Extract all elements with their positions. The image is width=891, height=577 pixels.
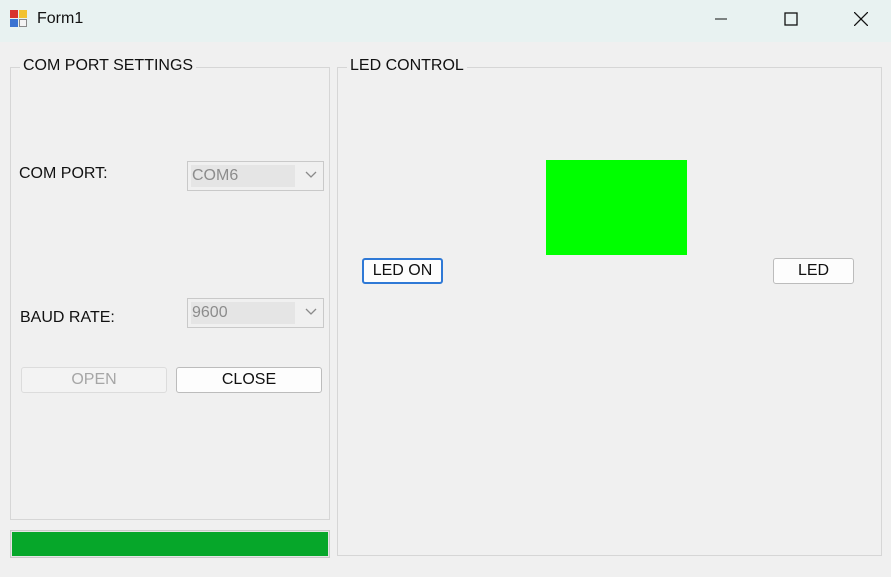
com-port-value: COM6 — [191, 165, 295, 187]
com-port-settings-title: COM PORT SETTINGS — [20, 57, 197, 75]
minimize-button[interactable] — [697, 0, 745, 38]
app-icon — [10, 10, 28, 28]
led-on-button[interactable]: LED ON — [362, 258, 443, 284]
com-port-select[interactable]: COM6 — [187, 161, 324, 191]
led-control-group: LED CONTROL — [337, 57, 882, 556]
close-button[interactable] — [837, 0, 885, 38]
chevron-down-icon — [305, 308, 317, 315]
title-bar[interactable]: Form1 — [0, 0, 891, 42]
window-title: Form1 — [37, 10, 84, 27]
com-port-settings-group: COM PORT SETTINGS — [10, 57, 330, 520]
baud-rate-select[interactable]: 9600 — [187, 298, 324, 328]
maximize-icon — [784, 12, 798, 26]
led-indicator — [546, 160, 687, 255]
minimize-icon — [715, 18, 727, 20]
led-button[interactable]: LED — [773, 258, 854, 284]
close-port-button[interactable]: CLOSE — [176, 367, 322, 393]
baud-rate-value: 9600 — [191, 302, 295, 324]
progress-fill — [12, 532, 328, 556]
com-port-label: COM PORT: — [19, 165, 108, 182]
open-button[interactable]: OPEN — [21, 367, 167, 393]
progress-bar — [10, 530, 330, 558]
chevron-down-icon — [305, 171, 317, 178]
led-control-title: LED CONTROL — [347, 57, 467, 75]
baud-rate-label: BAUD RATE: — [20, 309, 115, 326]
maximize-button[interactable] — [767, 0, 815, 38]
close-icon — [854, 12, 868, 26]
